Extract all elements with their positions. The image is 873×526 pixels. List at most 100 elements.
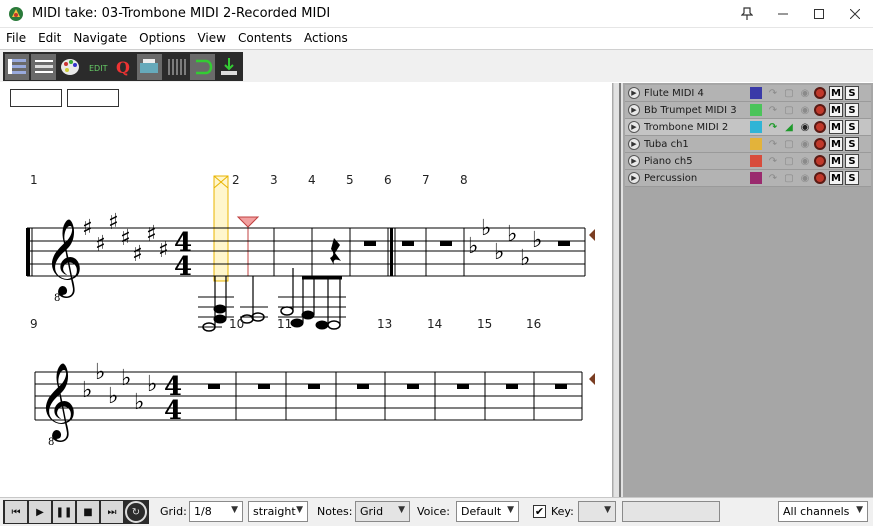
track-row-flute[interactable]: ▶ Flute MIDI 4 ↷ ▢ ◉ M S [625,85,871,102]
track-color-swatch[interactable] [750,87,762,99]
track-color-swatch[interactable] [750,172,762,184]
track-visible-icon[interactable]: ◉ [798,171,812,185]
track-record-button[interactable] [814,87,826,99]
track-mute-button[interactable]: M [829,137,843,151]
track-row-trumpet[interactable]: ▶ Bb Trumpet MIDI 3 ↷ ▢ ◉ M S [625,102,871,119]
edit-cursor-button[interactable]: EDIT [84,54,108,80]
track-list-button[interactable] [5,53,30,80]
loop-button[interactable] [190,53,215,80]
menu-contents[interactable]: Contents [232,31,298,45]
track-row-piano[interactable]: ▶ Piano ch5 ↷ ▢ ◉ M S [625,153,871,170]
track-record-button[interactable] [814,172,826,184]
track-mute-button[interactable]: M [829,120,843,134]
staff-track-marker[interactable] [589,229,595,241]
grid-select[interactable]: 1/8 ▼ [189,501,243,522]
go-to-end-button[interactable]: ⏭ [101,501,123,523]
minimize-button[interactable] [765,0,801,28]
ccl-lanes-button[interactable] [31,53,56,80]
track-mute-button[interactable]: M [829,103,843,117]
maximize-button[interactable] [801,0,837,28]
track-color-swatch[interactable] [750,104,762,116]
menu-navigate[interactable]: Navigate [67,31,133,45]
track-lock-icon[interactable]: ▢ [782,171,796,185]
track-play-icon[interactable]: ▶ [628,104,640,116]
track-solo-button[interactable]: S [845,154,859,168]
go-to-start-button[interactable]: ⏮ [5,501,27,523]
track-visible-icon[interactable]: ◉ [798,86,812,100]
track-solo-button[interactable]: S [845,171,859,185]
track-record-button[interactable] [814,121,826,133]
track-solo-button[interactable]: S [845,120,859,134]
track-color-swatch[interactable] [750,155,762,167]
measure-number: 13 [377,317,392,331]
track-play-icon[interactable]: ▶ [628,121,640,133]
minimize-icon [778,13,788,14]
track-play-icon[interactable]: ▶ [628,172,640,184]
svg-text:♭: ♭ [520,246,530,271]
track-lock-icon[interactable]: ▢ [782,137,796,151]
chord-button[interactable] [137,53,162,80]
key-checkbox[interactable]: ✔ [533,505,546,518]
track-visible-icon[interactable]: ◉ [798,137,812,151]
track-edit-icon[interactable]: ↷ [766,154,780,168]
track-edit-icon[interactable]: ↷ [766,137,780,151]
close-button[interactable] [837,0,873,28]
track-visible-icon[interactable]: ◉ [798,154,812,168]
track-color-swatch[interactable] [750,121,762,133]
track-mute-button[interactable]: M [829,154,843,168]
repeat-button[interactable]: ↻ [125,501,147,523]
menu-view[interactable]: View [191,31,231,45]
track-visible-icon[interactable]: ◉ [798,103,812,117]
track-record-button[interactable] [814,104,826,116]
staff-track-marker[interactable] [589,373,595,385]
track-mute-button[interactable]: M [829,171,843,185]
track-edit-icon[interactable]: ↷ [766,171,780,185]
menu-edit[interactable]: Edit [32,31,67,45]
track-mute-button[interactable]: M [829,86,843,100]
track-row-tuba[interactable]: ▶ Tuba ch1 ↷ ▢ ◉ M S [625,136,871,153]
track-lock-icon[interactable]: ◢ [782,120,796,134]
menu-options[interactable]: Options [133,31,191,45]
notes-select[interactable]: Grid ▼ [355,501,410,522]
stop-button[interactable]: ■ [77,501,99,523]
pause-button[interactable]: ❚❚ [53,501,75,523]
track-record-button[interactable] [814,138,826,150]
track-color-swatch[interactable] [750,138,762,150]
quantize-button[interactable]: Q [111,54,135,80]
menu-actions[interactable]: Actions [298,31,354,45]
grid-lines-button[interactable] [164,54,188,80]
stop-icon: ■ [83,506,93,518]
key-scale-field[interactable] [622,501,720,522]
track-edit-icon[interactable]: ↷ [766,120,780,134]
track-record-button[interactable] [814,155,826,167]
track-row-percussion[interactable]: ▶ Percussion ↷ ▢ ◉ M S [625,170,871,187]
key-select[interactable]: ▼ [578,501,616,522]
notation-view[interactable]: 1 2 3 4 5 6 7 8 𝄞 8 ♯ ♯ ♯ ♯ ♯ ♯ ♯ 4 4 ♭ … [2,83,613,497]
play-button[interactable]: ▶ [29,501,51,523]
swing-select[interactable]: straight ▼ [248,501,308,522]
clef-octave-label: 8 [54,293,60,304]
track-solo-button[interactable]: S [845,137,859,151]
track-play-icon[interactable]: ▶ [628,87,640,99]
track-lock-icon[interactable]: ▢ [782,86,796,100]
menu-file[interactable]: File [0,31,32,45]
track-edit-icon[interactable]: ↷ [766,103,780,117]
panel-splitter[interactable] [613,83,623,497]
voice-select[interactable]: Default ▼ [456,501,519,522]
track-solo-button[interactable]: S [845,86,859,100]
insert-button[interactable] [217,54,241,80]
palette-button[interactable] [58,54,82,80]
channels-select[interactable]: All channels ▼ [778,501,868,522]
track-row-trombone[interactable]: ▶ Trombone MIDI 2 ↷ ◢ ◉ M S [625,119,871,136]
pin-button[interactable] [729,0,765,28]
track-solo-button[interactable]: S [845,103,859,117]
track-play-icon[interactable]: ▶ [628,138,640,150]
treble-clef: 𝄞 [44,218,83,298]
track-edit-icon[interactable]: ↷ [766,86,780,100]
track-lock-icon[interactable]: ▢ [782,154,796,168]
track-play-icon[interactable]: ▶ [628,155,640,167]
edit-cursor-marker[interactable] [236,216,260,228]
track-lock-icon[interactable]: ▢ [782,103,796,117]
notes-value: Grid [360,505,384,518]
track-visible-icon[interactable]: ◉ [798,120,812,134]
